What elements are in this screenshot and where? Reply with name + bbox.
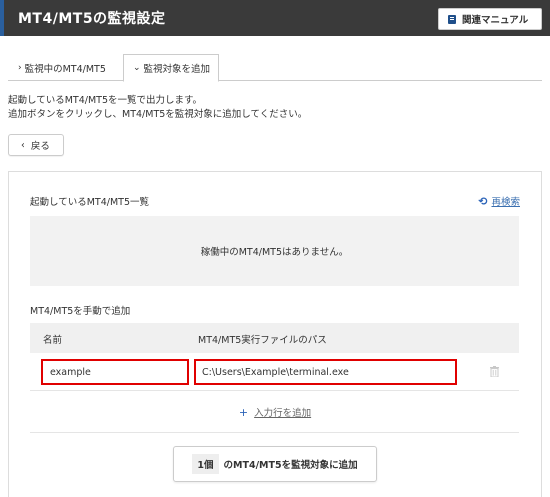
running-list-title: 起動しているMT4/MT5一覧: [30, 197, 150, 208]
related-manual-label: 関連マニュアル: [462, 15, 529, 26]
rescan-link[interactable]: ⟲ 再検索: [478, 194, 520, 209]
table-header: 名前 MT4/MT5実行ファイルのパス: [30, 323, 519, 353]
tab-add-target[interactable]: ⌄ 監視対象を追加: [123, 54, 219, 82]
rescan-label: 再検索: [491, 197, 520, 208]
description-line: 追加ボタンをクリックし、MT4/MT5を監視対象に追加してください。: [8, 109, 308, 120]
chevron-left-icon: ‹: [21, 139, 25, 151]
trash-icon[interactable]: [490, 366, 499, 377]
tab-monitoring-label: 監視中のMT4/MT5: [24, 63, 106, 75]
back-button[interactable]: ‹ 戻る: [8, 134, 64, 156]
selected-count-badge: 1個: [192, 454, 219, 474]
column-header-path: MT4/MT5実行ファイルのパス: [198, 335, 327, 346]
add-row-link[interactable]: + 入力行を追加: [0, 405, 550, 419]
tab-bar: › 監視中のMT4/MT5 ⌄ 監視対象を追加: [8, 54, 542, 82]
tab-add-target-label: 監視対象を追加: [143, 64, 211, 75]
empty-list-message: 稼働中のMT4/MT5はありません。: [200, 247, 349, 258]
book-icon: [448, 14, 456, 24]
divider: [30, 432, 519, 433]
refresh-icon: ⟲: [478, 194, 488, 208]
page-header: MT4/MT5の監視設定 関連マニュアル: [0, 0, 550, 36]
table-row: example C:\Users\Example\terminal.exe: [30, 353, 519, 391]
add-to-monitoring-button[interactable]: 1個 のMT4/MT5を監視対象に追加: [173, 446, 377, 482]
page-title: MT4/MT5の監視設定: [18, 11, 166, 27]
manual-add-title: MT4/MT5を手動で追加: [30, 306, 131, 317]
description: 起動しているMT4/MT5を一覧で出力します。 追加ボタンをクリックし、MT4/…: [8, 94, 307, 122]
add-row-label: 入力行を追加: [254, 408, 312, 419]
tab-monitoring[interactable]: › 監視中のMT4/MT5: [8, 54, 122, 81]
back-button-label: 戻る: [30, 141, 50, 152]
column-header-name: 名前: [43, 335, 63, 346]
plus-icon: +: [238, 406, 249, 419]
related-manual-button[interactable]: 関連マニュアル: [438, 8, 542, 30]
description-line: 起動しているMT4/MT5を一覧で出力します。: [8, 95, 203, 106]
name-input[interactable]: example: [41, 359, 189, 385]
path-input[interactable]: C:\Users\Example\terminal.exe: [194, 359, 457, 385]
empty-list-box: 稼働中のMT4/MT5はありません。: [30, 216, 519, 286]
chevron-down-icon: ⌄: [133, 63, 141, 73]
add-to-monitoring-label: のMT4/MT5を監視対象に追加: [223, 460, 358, 471]
chevron-right-icon: ›: [18, 62, 22, 73]
